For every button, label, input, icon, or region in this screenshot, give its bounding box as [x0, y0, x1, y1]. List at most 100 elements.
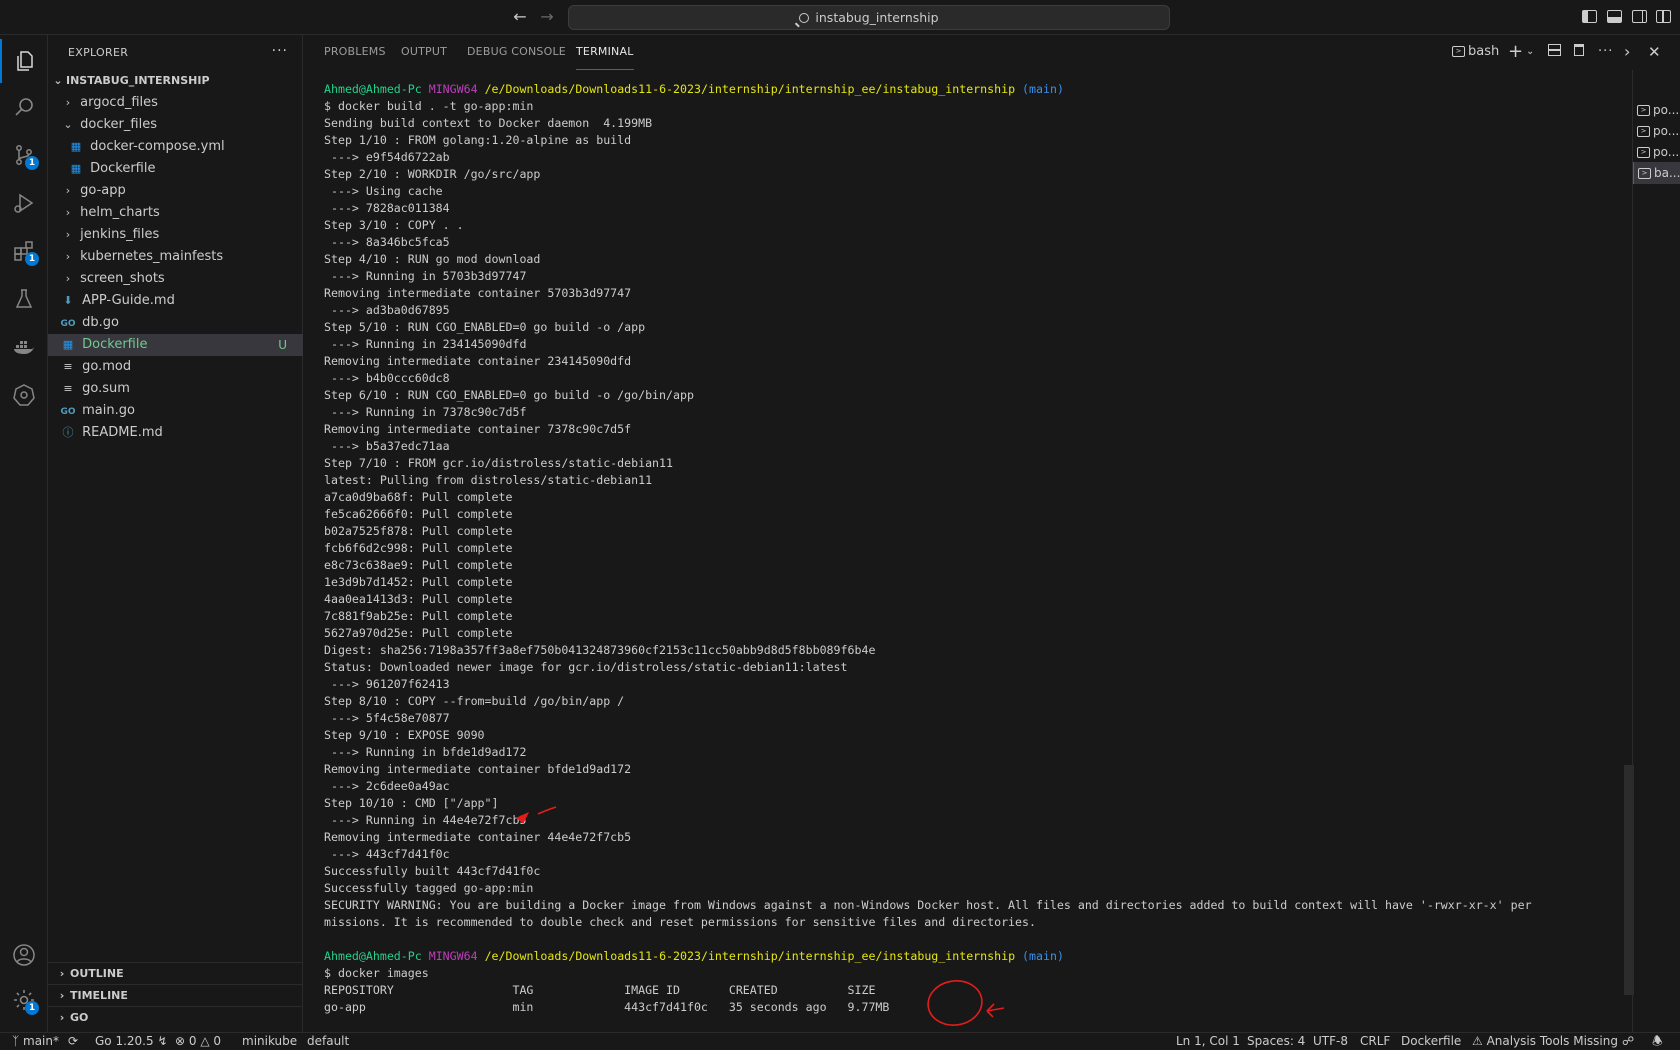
- terminal-output[interactable]: Ahmed@Ahmed-Pc MINGW64 /e/Downloads/Down…: [324, 81, 1624, 1021]
- folder-item[interactable]: › helm_charts: [48, 202, 303, 224]
- tab-output[interactable]: OUTPUT: [401, 35, 447, 70]
- file-item[interactable]: ⓘ README.md: [48, 422, 303, 444]
- terminal-line: ---> b5a37edc71aa: [324, 439, 450, 453]
- go-file-icon: GO: [60, 319, 76, 329]
- chevron-down-icon[interactable]: ⌄: [1526, 44, 1534, 60]
- text-file-icon: ≡: [63, 382, 73, 395]
- terminal-line: ---> Running in 44e4e72f7cb5: [324, 813, 527, 827]
- split-terminal-icon[interactable]: [1548, 44, 1561, 61]
- warning-count: 0: [213, 1034, 222, 1048]
- terminal-instance[interactable]: > ba...: [1633, 162, 1680, 184]
- workspace-root[interactable]: ⌄ INSTABUG_INTERNSHIP: [48, 70, 303, 92]
- encoding[interactable]: UTF-8: [1313, 1033, 1348, 1050]
- terminal-line: ---> b4b0ccc60dc8: [324, 371, 450, 385]
- prompt-user: Ahmed@Ahmed-Pc: [324, 949, 422, 963]
- tree-item-label: main.go: [82, 403, 135, 418]
- file-item[interactable]: GO main.go: [48, 400, 303, 422]
- folder-item[interactable]: › jenkins_files: [48, 224, 303, 246]
- new-terminal-plus-icon[interactable]: +: [1508, 43, 1523, 61]
- command-center-search[interactable]: instabug_internship: [568, 5, 1170, 30]
- feedback-icon[interactable]: ☍: [1622, 1033, 1634, 1050]
- prompt-mingw: MINGW64: [428, 949, 478, 963]
- chevron-right-icon: ›: [65, 272, 71, 285]
- source-control-icon[interactable]: 1: [0, 133, 48, 177]
- testing-flask-icon[interactable]: [0, 277, 48, 321]
- tab-problems[interactable]: PROBLEMS: [324, 35, 386, 70]
- terminal-line: b02a7525f878: Pull complete: [324, 524, 513, 538]
- timeline-section[interactable]: › TIMELINE: [48, 984, 303, 1006]
- kube-namespace-status[interactable]: default: [307, 1033, 349, 1050]
- terminal-line: Step 5/10 : RUN CGO_ENABLED=0 go build -…: [324, 320, 646, 334]
- analysis-tools-label: Analysis Tools Missing: [1486, 1034, 1618, 1048]
- tab-terminal[interactable]: TERMINAL: [576, 35, 634, 70]
- docker-icon[interactable]: [0, 325, 48, 369]
- tab-debug-console[interactable]: DEBUG CONSOLE: [467, 35, 566, 70]
- more-actions-icon[interactable]: ···: [1598, 44, 1613, 60]
- run-debug-icon[interactable]: [0, 181, 48, 225]
- tree-item-label: screen_shots: [80, 271, 165, 286]
- folder-item[interactable]: › screen_shots: [48, 268, 303, 290]
- terminal-instance[interactable]: > po...: [1633, 141, 1680, 163]
- docker-file-icon: ▦: [62, 338, 74, 351]
- more-actions-icon[interactable]: ···: [272, 43, 288, 59]
- cursor-position[interactable]: Ln 1, Col 1: [1176, 1033, 1240, 1050]
- file-item[interactable]: ▦ docker-compose.yml: [48, 136, 303, 158]
- go-section[interactable]: › GO: [48, 1006, 303, 1028]
- error-count: 0: [188, 1034, 197, 1048]
- terminal-instance[interactable]: > po...: [1633, 120, 1680, 142]
- toggle-secondary-sidebar-icon[interactable]: [1632, 10, 1647, 23]
- file-item[interactable]: ≡ go.sum: [48, 378, 303, 400]
- folder-item[interactable]: › kubernetes_mainfests: [48, 246, 303, 268]
- terminal-line: SECURITY WARNING: You are building a Doc…: [324, 898, 1532, 912]
- tree-item-label: db.go: [82, 315, 119, 330]
- terminal-instance-label: po...: [1653, 124, 1680, 138]
- indentation[interactable]: Spaces: 4: [1247, 1033, 1305, 1050]
- go-version-status[interactable]: Go 1.20.5 ↯: [95, 1033, 168, 1050]
- search-icon[interactable]: [0, 85, 48, 129]
- explorer-icon[interactable]: [0, 39, 48, 83]
- customize-layout-icon[interactable]: [1656, 10, 1671, 23]
- trash-icon[interactable]: [1574, 44, 1584, 61]
- terminal-shell-selector[interactable]: > bash: [1452, 44, 1499, 60]
- kubernetes-icon[interactable]: [0, 373, 48, 417]
- tree-item-label: helm_charts: [80, 205, 160, 220]
- file-item[interactable]: ▦ Dockerfile: [48, 158, 303, 180]
- toggle-panel-icon[interactable]: [1607, 10, 1622, 23]
- git-status-badge: U: [278, 338, 287, 352]
- arrow-right-icon[interactable]: →: [537, 8, 557, 28]
- line-endings[interactable]: CRLF: [1360, 1033, 1390, 1050]
- file-item[interactable]: GO db.go: [48, 312, 303, 334]
- terminal-line: Step 1/10 : FROM golang:1.20-alpine as b…: [324, 133, 632, 147]
- extensions-icon[interactable]: 1: [0, 229, 48, 273]
- terminal-instance-label: po...: [1653, 145, 1680, 159]
- tree-item-label: docker-compose.yml: [90, 139, 225, 154]
- language-mode[interactable]: Dockerfile: [1401, 1033, 1461, 1050]
- kube-cluster-status[interactable]: minikube: [242, 1033, 297, 1050]
- terminal-line: ---> Running in bfde1d9ad172: [324, 745, 527, 759]
- terminal-line: ---> Using cache: [324, 184, 443, 198]
- notifications-bell-icon[interactable]: 🕭: [1652, 1033, 1663, 1050]
- maximize-panel-icon[interactable]: ›: [1624, 44, 1630, 60]
- search-icon: [799, 13, 810, 23]
- tree-item-label: docker_files: [80, 117, 157, 132]
- analysis-tools-status[interactable]: ⚠ Analysis Tools Missing: [1472, 1033, 1618, 1050]
- terminal-line: ---> Running in 5703b3d97747: [324, 269, 527, 283]
- outline-section[interactable]: › OUTLINE: [48, 962, 303, 984]
- toggle-primary-sidebar-icon[interactable]: [1582, 10, 1597, 23]
- file-item[interactable]: ▦ Dockerfile U: [48, 334, 303, 356]
- file-item[interactable]: ⬇ APP-Guide.md: [48, 290, 303, 312]
- problems-status[interactable]: ⊗ 0 △ 0: [175, 1033, 221, 1050]
- sync-icon[interactable]: ⟳: [68, 1033, 78, 1050]
- folder-item[interactable]: › argocd_files: [48, 92, 303, 114]
- accounts-icon[interactable]: [0, 933, 48, 977]
- folder-item[interactable]: ⌄ docker_files: [48, 114, 303, 136]
- settings-gear-icon[interactable]: 1: [0, 978, 48, 1022]
- git-branch-status[interactable]: ᛉ main*: [12, 1033, 59, 1050]
- folder-item[interactable]: › go-app: [48, 180, 303, 202]
- arrow-left-icon[interactable]: ←: [510, 8, 530, 28]
- terminal-line: Removing intermediate container 44e4e72f…: [324, 830, 632, 844]
- terminal-line: $ docker images: [324, 966, 429, 980]
- file-item[interactable]: ≡ go.mod: [48, 356, 303, 378]
- terminal-instance[interactable]: > po...: [1633, 99, 1680, 121]
- close-panel-icon[interactable]: ✕: [1648, 44, 1661, 60]
